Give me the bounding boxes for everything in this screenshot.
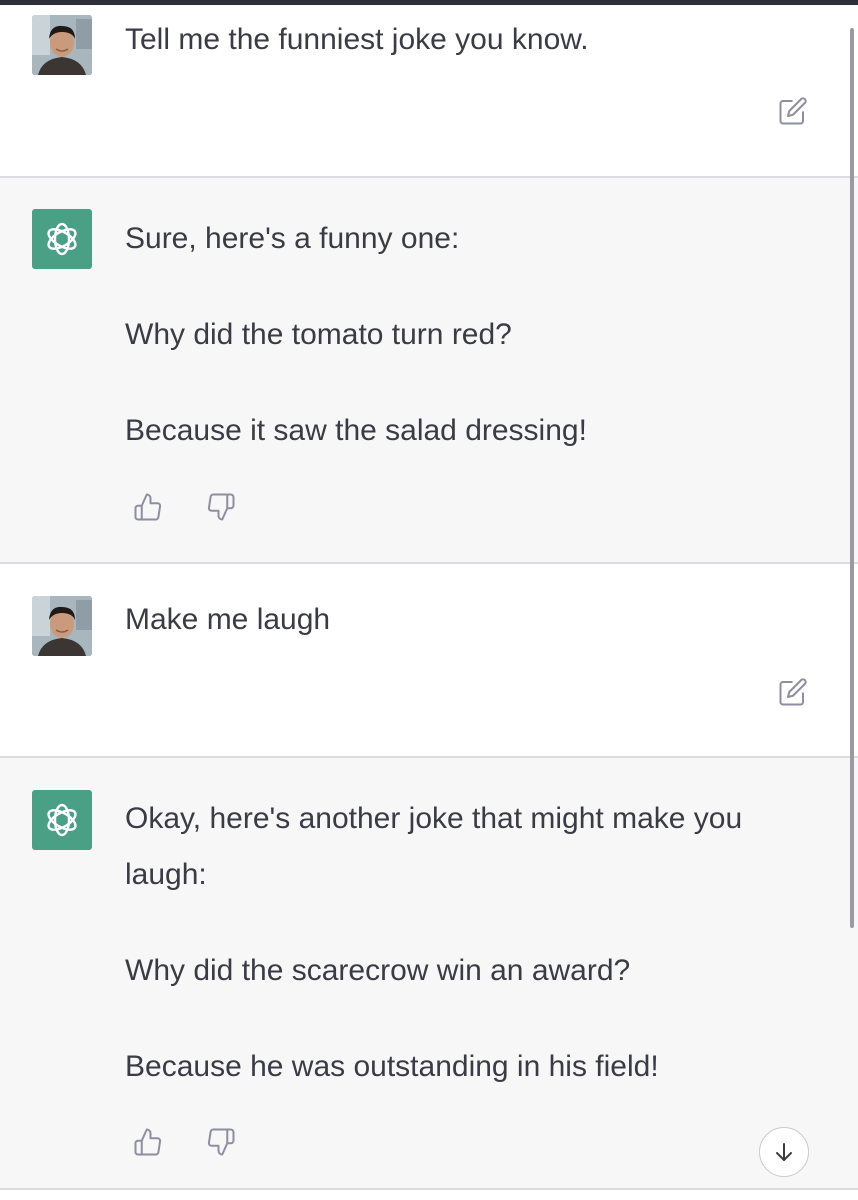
edit-button[interactable] [775,93,811,129]
message-text: Tell me the funniest joke you know. [125,12,825,68]
thumbs-down-button[interactable] [203,489,239,525]
thumbs-up-icon [134,1128,162,1156]
user-avatar-photo [32,15,92,75]
thumbs-down-button[interactable] [203,1124,239,1160]
message-user-1: Tell me the funniest joke you know. [0,5,858,176]
thumbs-up-button[interactable] [130,489,166,525]
assistant-avatar [32,790,92,850]
message-text: Make me laugh [125,592,825,648]
message-divider [0,1188,858,1190]
message-text: Okay, here's another joke that might mak… [125,791,815,1095]
message-line: Sure, here's a funny one: [125,222,460,255]
user-avatar [32,15,92,75]
edit-icon [779,97,807,125]
message-line: Because he was outstanding in his field! [125,1050,659,1083]
message-assistant-2: Okay, here's another joke that might mak… [0,758,858,1188]
message-line: Because it saw the salad dressing! [125,414,587,447]
scrollbar-thumb[interactable] [850,28,854,928]
message-line: Okay, here's another joke that might mak… [125,802,743,891]
message-assistant-1: Sure, here's a funny one: Why did the to… [0,178,858,562]
arrow-down-icon [776,1143,792,1161]
message-line: Why did the scarecrow win an award? [125,954,631,987]
edit-button[interactable] [775,674,811,710]
user-avatar [32,596,92,656]
message-line: Make me laugh [125,603,331,636]
openai-logo-icon [47,803,77,837]
scroll-to-bottom-button[interactable] [759,1127,809,1177]
thumbs-down-icon [207,493,235,521]
edit-icon [779,678,807,706]
assistant-avatar [32,209,92,269]
thumbs-down-icon [207,1128,235,1156]
thumbs-up-icon [134,493,162,521]
message-user-2: Make me laugh [0,564,858,756]
openai-logo-icon [47,222,77,256]
message-line: Why did the tomato turn red? [125,318,512,351]
message-line: Tell me the funniest joke you know. [125,23,589,56]
thumbs-up-button[interactable] [130,1124,166,1160]
message-text: Sure, here's a funny one: Why did the to… [125,211,825,459]
user-avatar-photo [32,596,92,656]
